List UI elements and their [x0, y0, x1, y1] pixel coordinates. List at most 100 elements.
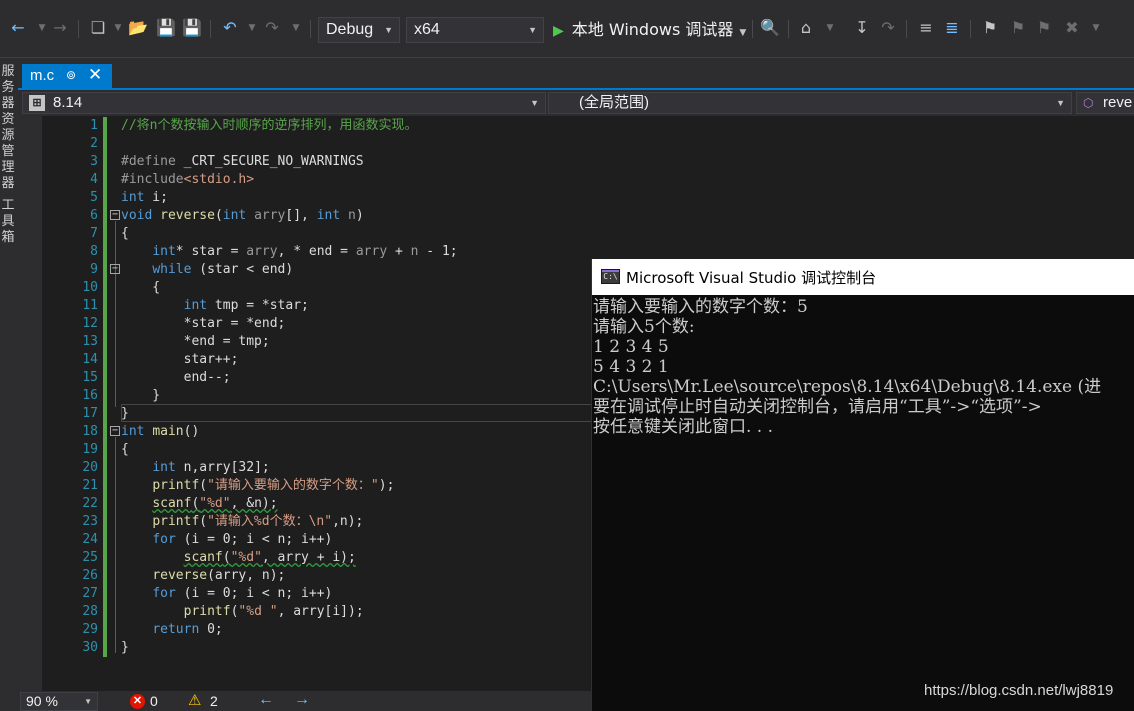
solution-configuration-select[interactable]: Debug ▼	[318, 17, 400, 43]
code-line[interactable]: //将n个数按输入时顺序的逆序排列，用函数实现。	[121, 117, 417, 135]
code-token: end--;	[121, 370, 231, 385]
code-token: int	[183, 298, 208, 313]
navigate-back-icon[interactable]: ←	[8, 18, 28, 38]
solution-platform-select[interactable]: x64 ▼	[406, 17, 544, 43]
chevron-down-icon[interactable]: ▼	[739, 28, 746, 38]
code-line[interactable]: star++;	[121, 351, 239, 369]
zoom-select[interactable]: 90 % ▼	[20, 692, 98, 711]
collapse-reverse-function-icon[interactable]: −	[110, 210, 120, 220]
toolbar-options-icon[interactable]: ▼	[1086, 18, 1106, 38]
line-number: 8	[90, 244, 98, 259]
scope-select[interactable]: (全局范围) ▼	[548, 92, 1072, 114]
new-project-dropdown-icon[interactable]: ▼	[108, 18, 128, 38]
code-line[interactable]: void reverse(int arry[], int n)	[121, 207, 364, 225]
code-line[interactable]: }	[121, 639, 129, 657]
code-token: int	[316, 208, 341, 223]
redo-dropdown-icon[interactable]: ▼	[286, 18, 306, 38]
document-tab-strip: m.c ⊚ ✕	[18, 58, 1134, 90]
error-count[interactable]: 0	[150, 691, 158, 711]
code-line[interactable]: {	[121, 279, 160, 297]
code-line[interactable]: for (i = 0; i < n; i++)	[121, 585, 332, 603]
clear-bookmarks-icon[interactable]: ✖	[1062, 18, 1082, 38]
code-line[interactable]: printf("%d ", arry[i]);	[121, 603, 364, 621]
project-select[interactable]: ⊞ 8.14 ▼	[22, 92, 546, 114]
code-line[interactable]: *star = *end;	[121, 315, 286, 333]
close-icon[interactable]: ✕	[88, 65, 102, 85]
outline-guide	[115, 437, 116, 653]
bookmark-icon[interactable]: ⚑	[980, 18, 1000, 38]
code-line[interactable]: scanf("%d", &n);	[121, 495, 277, 513]
code-line[interactable]: int i;	[121, 189, 168, 207]
warning-icon[interactable]: ⚠	[188, 691, 201, 711]
find-in-files-icon[interactable]: 🔍	[760, 18, 780, 38]
code-line[interactable]: reverse(arry, n);	[121, 567, 285, 585]
member-select[interactable]: ⬡ reve	[1076, 92, 1134, 114]
start-debugging-button[interactable]: ▶ 本地 Windows 调试器 ▼	[553, 17, 746, 43]
server-explorer-tab[interactable]: 服务器资源管理器	[0, 64, 16, 192]
collapse-while-block-icon[interactable]: −	[110, 264, 120, 274]
redo-icon[interactable]: ↷	[262, 18, 282, 38]
watermark-url: https://blog.csdn.net/lwj8819	[924, 682, 1114, 699]
code-line[interactable]: int* star = arry, * end = arry + n - 1;	[121, 243, 457, 261]
code-line[interactable]: for (i = 0; i < n; i++)	[121, 531, 332, 549]
undo-dropdown-icon[interactable]: ▼	[242, 18, 262, 38]
solution-configuration-value: Debug	[326, 21, 374, 38]
indent-icon[interactable]: ≡	[916, 18, 936, 38]
code-line[interactable]: printf("请输入要输入的数字个数：");	[121, 477, 394, 495]
code-line[interactable]: while (star < end)	[121, 261, 293, 279]
previous-issue-icon[interactable]: ←	[258, 690, 274, 710]
error-icon[interactable]: ✕	[130, 694, 145, 709]
toolbar-separator	[970, 20, 971, 38]
undo-icon[interactable]: ↶	[220, 18, 240, 38]
collapse-main-function-icon[interactable]: −	[110, 426, 120, 436]
console-output[interactable]: 请输入要输入的数字个数：5 请输入5个数: 1 2 3 4 55 4 3 2 1 C:…	[592, 296, 1134, 711]
navigate-forward-icon[interactable]: →	[50, 18, 70, 38]
code-line[interactable]: int n,arry[32];	[121, 459, 269, 477]
console-title-bar[interactable]: C:\ Microsoft Visual Studio 调试控制台	[592, 259, 1134, 295]
previous-bookmark-icon[interactable]: ⚑	[1008, 18, 1028, 38]
overflow-dropdown-icon[interactable]: ▼	[820, 18, 840, 38]
code-line[interactable]: }	[121, 387, 160, 405]
next-bookmark-icon[interactable]: ⚑	[1034, 18, 1054, 38]
code-token: int	[121, 190, 145, 205]
new-project-icon[interactable]: ❏	[88, 18, 108, 38]
document-tab-m-c[interactable]: m.c ⊚ ✕	[22, 64, 112, 90]
code-token: int	[222, 208, 247, 223]
code-line[interactable]: }	[121, 405, 129, 423]
step-into-icon[interactable]: ↧	[852, 18, 872, 38]
code-line[interactable]: int main()	[121, 423, 199, 441]
save-icon[interactable]: 💾	[156, 18, 176, 38]
code-line[interactable]: #define _CRT_SECURE_NO_WARNINGS	[121, 153, 364, 171]
code-line[interactable]: #include<stdio.h>	[121, 171, 254, 189]
next-issue-icon[interactable]: →	[294, 690, 310, 710]
toolbar-separator	[788, 20, 789, 38]
code-line[interactable]: {	[121, 441, 129, 459]
member-select-value: reve	[1103, 94, 1133, 111]
step-over-icon[interactable]: ↷	[878, 18, 898, 38]
code-line[interactable]: scanf("%d", arry + i);	[121, 549, 356, 567]
toolbox-tab[interactable]: 工具箱	[0, 198, 16, 246]
code-line[interactable]: {	[121, 225, 129, 243]
start-debugging-label: 本地 Windows 调试器	[571, 20, 734, 39]
code-line[interactable]: *end = tmp;	[121, 333, 270, 351]
code-line[interactable]: end--;	[121, 369, 231, 387]
code-line[interactable]: printf("请输入%d个数：\n",n);	[121, 513, 363, 531]
console-app-icon: C:\	[601, 269, 620, 284]
comment-out-icon[interactable]: ≣	[942, 18, 962, 38]
browse-home-icon[interactable]: ⌂	[796, 18, 816, 38]
open-file-icon[interactable]: 📂	[128, 18, 148, 38]
console-output-line: 要在调试停止时自动关闭控制台，请启用“工具”->“选项”->	[593, 397, 1042, 417]
line-number: 9	[90, 262, 98, 277]
navigate-back-dropdown-icon[interactable]: ▼	[32, 18, 52, 38]
code-line[interactable]: int tmp = *star;	[121, 297, 309, 315]
code-line[interactable]: return 0;	[121, 621, 222, 639]
pin-icon[interactable]: ⊚	[66, 68, 76, 82]
warning-count[interactable]: 2	[210, 691, 218, 711]
save-all-icon[interactable]: 💾	[182, 18, 202, 38]
debug-console-window[interactable]: C:\ Microsoft Visual Studio 调试控制台 请输入要输入…	[591, 259, 1134, 711]
code-token: ()	[183, 424, 200, 439]
code-token: int	[152, 244, 176, 259]
